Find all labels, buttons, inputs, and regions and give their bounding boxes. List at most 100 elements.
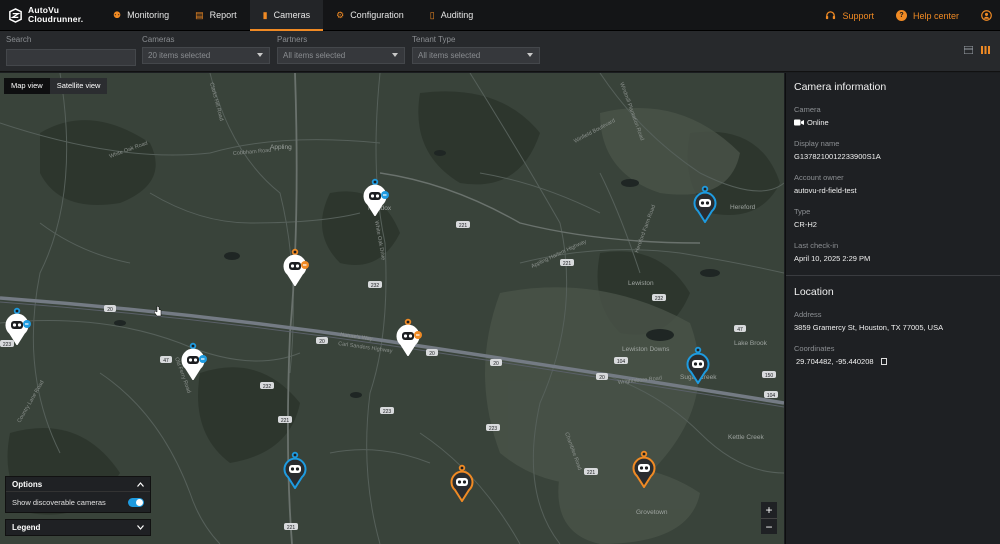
nav-auditing[interactable]: ▯ Auditing bbox=[417, 0, 486, 31]
nav-configuration[interactable]: ⚙ Configuration bbox=[323, 0, 417, 31]
last-checkin-label: Last check-in bbox=[794, 241, 839, 250]
map-view-icon[interactable] bbox=[981, 46, 990, 54]
show-discoverable-label: Show discoverable cameras bbox=[12, 497, 106, 507]
route-shield: 221 bbox=[278, 416, 292, 424]
filter-bar: Search Cameras 20 items selected Partner… bbox=[0, 31, 1000, 72]
document-icon: ▯ bbox=[429, 9, 435, 20]
user-account-button[interactable] bbox=[981, 10, 992, 21]
copy-icon[interactable] bbox=[880, 358, 887, 365]
display-name-label: Display name bbox=[794, 139, 840, 148]
route-shield: 20 bbox=[490, 359, 502, 367]
nav-monitoring-label: Monitoring bbox=[127, 10, 170, 20]
support-label: Support bbox=[842, 10, 874, 21]
main-nav: ⚉ Monitoring ▤ Report ▮ Cameras ⚙ Config… bbox=[100, 0, 486, 31]
cameras-select-value: 20 items selected bbox=[148, 51, 211, 60]
type-label: Type bbox=[794, 207, 811, 216]
search-filter: Search bbox=[6, 35, 136, 66]
route-shield: 104 bbox=[764, 391, 778, 399]
camera-map-pin[interactable] bbox=[629, 450, 659, 488]
help-center-link[interactable]: ? Help center bbox=[895, 10, 959, 21]
svg-text:232: 232 bbox=[655, 296, 664, 302]
svg-text:223: 223 bbox=[383, 409, 392, 415]
logo[interactable]: AutoVu Cloudrunner. bbox=[0, 6, 100, 24]
user-icon bbox=[981, 10, 992, 21]
nav-auditing-label: Auditing bbox=[440, 10, 474, 20]
camera-map-pin[interactable] bbox=[280, 451, 310, 489]
address-value: 3859 Gramercy St, Houston, TX 77005, USA bbox=[794, 323, 944, 332]
help-center-label: Help center bbox=[912, 10, 959, 21]
partners-select[interactable]: All items selected bbox=[277, 47, 405, 64]
account-owner-value: autovu-rd-field-test bbox=[794, 186, 857, 195]
cameras-filter: Cameras 20 items selected bbox=[142, 35, 270, 64]
route-shield: 20 bbox=[596, 373, 608, 381]
satellite-view-button[interactable]: Satellite view bbox=[49, 78, 108, 94]
place-label: Lewiston Downs bbox=[622, 346, 670, 353]
search-input[interactable] bbox=[6, 49, 136, 66]
legend-title: Legend bbox=[12, 523, 41, 532]
svg-text:150: 150 bbox=[765, 373, 774, 379]
account-owner-label: Account owner bbox=[794, 173, 844, 182]
place-label: Kettle Creek bbox=[728, 434, 765, 441]
camera-map-pin[interactable] bbox=[683, 346, 713, 384]
report-icon: ▤ bbox=[195, 9, 204, 20]
svg-text:232: 232 bbox=[371, 283, 380, 289]
nav-cameras-label: Cameras bbox=[273, 10, 311, 20]
map-view-button[interactable]: Map view bbox=[4, 78, 50, 94]
autovu-logo-icon bbox=[9, 7, 22, 23]
camera-info-title: Camera information bbox=[794, 81, 887, 93]
nav-cameras[interactable]: ▮ Cameras bbox=[249, 0, 324, 31]
display-name-value: G1378210012233900S1A bbox=[794, 152, 881, 161]
legend-header[interactable]: Legend bbox=[5, 519, 151, 536]
options-panel: Options Show discoverable cameras bbox=[5, 476, 151, 513]
camera-map-pin[interactable] bbox=[178, 342, 208, 380]
camera-map-pin[interactable] bbox=[393, 318, 423, 356]
nav-monitoring[interactable]: ⚉ Monitoring bbox=[100, 0, 182, 31]
svg-text:104: 104 bbox=[767, 393, 776, 399]
camera-map-pin[interactable] bbox=[280, 248, 310, 286]
route-shield: 221 bbox=[456, 221, 470, 229]
tenant-type-select[interactable]: All items selected bbox=[412, 47, 540, 64]
coordinates-label: Coordinates bbox=[794, 344, 835, 353]
camera-information-panel: Camera information Camera Online Display… bbox=[785, 73, 1000, 544]
svg-text:20: 20 bbox=[493, 361, 499, 367]
map-canvas[interactable]: 20 20 20 20 20 221 221 221 221 221 223 2… bbox=[0, 73, 784, 544]
chevron-up-icon bbox=[137, 481, 144, 487]
svg-text:47: 47 bbox=[163, 358, 169, 364]
zoom-controls: + − bbox=[761, 502, 777, 534]
coordinates-value: 29.704482, -95.440208 bbox=[794, 357, 992, 366]
chevron-down-icon bbox=[392, 53, 398, 57]
support-link[interactable]: Support bbox=[825, 10, 874, 21]
video-camera-icon bbox=[794, 119, 804, 126]
svg-text:104: 104 bbox=[617, 359, 626, 365]
options-title: Options bbox=[12, 479, 43, 489]
route-shield: 47 bbox=[160, 356, 172, 364]
svg-text:47: 47 bbox=[737, 327, 743, 333]
svg-text:221: 221 bbox=[281, 418, 290, 424]
partners-filter: Partners All items selected bbox=[277, 35, 405, 64]
route-shield: 47 bbox=[734, 325, 746, 333]
nav-report[interactable]: ▤ Report bbox=[182, 0, 250, 31]
zoom-out-button[interactable]: − bbox=[761, 518, 777, 534]
route-shield: 221 bbox=[284, 523, 298, 531]
place-label: Appling bbox=[270, 144, 292, 151]
route-shield: 20 bbox=[426, 349, 438, 357]
options-header[interactable]: Options bbox=[6, 477, 150, 492]
hand-cursor-icon bbox=[154, 306, 162, 317]
list-view-icon[interactable] bbox=[964, 46, 973, 54]
camera-map-pin[interactable] bbox=[447, 464, 477, 502]
place-label: Lake Brook bbox=[734, 340, 768, 347]
svg-text:20: 20 bbox=[429, 351, 435, 357]
camera-map-pin[interactable] bbox=[2, 307, 32, 345]
camera-map-pin[interactable] bbox=[690, 185, 720, 223]
partners-select-value: All items selected bbox=[283, 51, 346, 60]
divider bbox=[786, 275, 1000, 276]
show-discoverable-toggle[interactable] bbox=[128, 497, 144, 507]
cameras-select[interactable]: 20 items selected bbox=[142, 47, 270, 64]
route-shield: 104 bbox=[614, 357, 628, 365]
camera-map-pin[interactable] bbox=[360, 178, 390, 216]
nav-report-label: Report bbox=[209, 10, 237, 20]
zoom-in-button[interactable]: + bbox=[761, 502, 777, 518]
svg-text:20: 20 bbox=[599, 375, 605, 381]
chevron-down-icon bbox=[257, 53, 263, 57]
address-label: Address bbox=[794, 310, 822, 319]
